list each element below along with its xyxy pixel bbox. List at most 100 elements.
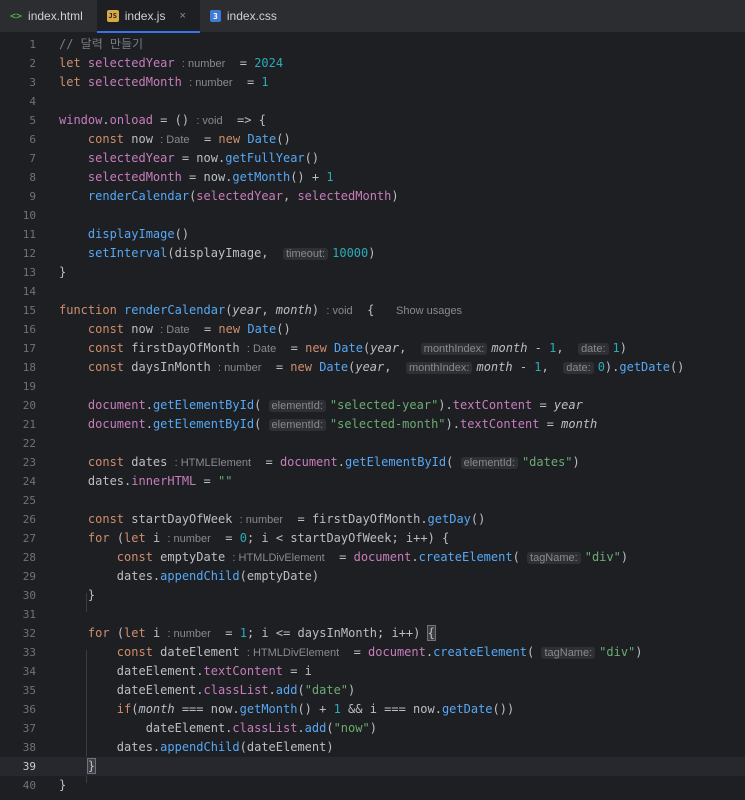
code-line[interactable]: 35 dateElement.classList.add("date"): [0, 681, 745, 700]
code-text[interactable]: function renderCalendar(year, month) : v…: [59, 301, 462, 321]
code-text[interactable]: const now : Date = new Date(): [59, 130, 291, 150]
code-line[interactable]: 18 const daysInMonth : number = new Date…: [0, 358, 745, 377]
line-number: 38: [22, 741, 36, 754]
code-line[interactable]: 24 dates.innerHTML = "": [0, 472, 745, 491]
code-text[interactable]: dateElement.classList.add("now"): [59, 719, 377, 738]
line-number: 40: [22, 779, 36, 792]
code-text[interactable]: const dateElement : HTMLDivElement = doc…: [59, 643, 643, 663]
code-text[interactable]: dateElement.textContent = i: [59, 662, 312, 681]
editor-tab-bar: <> index.html JS index.js × 3 index.css: [0, 0, 745, 33]
code-line[interactable]: 23 const dates : HTMLElement = document.…: [0, 453, 745, 472]
code-text[interactable]: for (let i : number = 0; i < startDayOfW…: [59, 529, 449, 549]
code-line[interactable]: 5 window.onload = () : void => {: [0, 111, 745, 130]
code-line[interactable]: 29 dates.appendChild(emptyDate): [0, 567, 745, 586]
tab-index-js[interactable]: JS index.js ×: [96, 0, 201, 33]
code-line[interactable]: 15 function renderCalendar(year, month) :…: [0, 301, 745, 320]
code-text[interactable]: let selectedMonth : number = 1: [59, 73, 269, 93]
line-number: 17: [22, 342, 36, 355]
code-line[interactable]: 27 for (let i : number = 0; i < startDay…: [0, 529, 745, 548]
code-line[interactable]: 21 document.getElementById( elementId: "s…: [0, 415, 745, 434]
line-number: 5: [29, 114, 36, 127]
code-text[interactable]: selectedYear = now.getFullYear(): [59, 149, 319, 168]
code-line[interactable]: 28 const emptyDate : HTMLDivElement = do…: [0, 548, 745, 567]
code-text[interactable]: }: [59, 263, 66, 282]
code-line[interactable]: 6 const now : Date = new Date(): [0, 130, 745, 149]
line-number: 6: [29, 133, 36, 146]
tab-label: index.html: [28, 9, 83, 23]
code-line[interactable]: 20 document.getElementById( elementId: "s…: [0, 396, 745, 415]
code-line[interactable]: 2 let selectedYear : number = 2024: [0, 54, 745, 73]
close-icon[interactable]: ×: [179, 10, 185, 22]
line-number: 10: [22, 209, 36, 222]
code-line[interactable]: 36 if(month === now.getMonth() + 1 && i …: [0, 700, 745, 719]
line-number: 3: [29, 76, 36, 89]
js-file-icon: JS: [106, 10, 119, 22]
line-number: 21: [22, 418, 36, 431]
line-number: 16: [22, 323, 36, 336]
code-line[interactable]: 1 // 달력 만들기: [0, 35, 745, 54]
code-text[interactable]: for (let i : number = 1; i <= daysInMont…: [59, 624, 436, 644]
code-text[interactable]: setInterval(displayImage, timeout: 10000): [59, 244, 375, 264]
code-line[interactable]: 31: [0, 605, 745, 624]
code-line[interactable]: 34 dateElement.textContent = i: [0, 662, 745, 681]
code-line[interactable]: 19: [0, 377, 745, 396]
code-line[interactable]: 3 let selectedMonth : number = 1: [0, 73, 745, 92]
line-number: 24: [22, 475, 36, 488]
line-number: 14: [22, 285, 36, 298]
line-number: 29: [22, 570, 36, 583]
code-line[interactable]: 4: [0, 92, 745, 111]
code-text[interactable]: window.onload = () : void => {: [59, 111, 266, 131]
code-line[interactable]: 30 }: [0, 586, 745, 605]
line-number: 39: [22, 760, 36, 773]
code-text[interactable]: renderCalendar(selectedYear, selectedMon…: [59, 187, 399, 206]
code-editor[interactable]: 1 // 달력 만들기 2 let selectedYear : number = 2…: [0, 33, 745, 800]
code-text[interactable]: const firstDayOfMonth : Date = new Date(…: [59, 339, 627, 359]
code-line[interactable]: 8 selectedMonth = now.getMonth() + 1: [0, 168, 745, 187]
line-number: 1: [29, 38, 36, 51]
line-number: 27: [22, 532, 36, 545]
code-line[interactable]: 10: [0, 206, 745, 225]
code-text[interactable]: }: [59, 586, 95, 605]
code-line[interactable]: 40}: [0, 776, 745, 795]
code-line[interactable]: 9 renderCalendar(selectedYear, selectedM…: [0, 187, 745, 206]
tab-index-css[interactable]: 3 index.css: [200, 0, 291, 32]
code-text[interactable]: dateElement.classList.add("date"): [59, 681, 355, 700]
code-text[interactable]: const startDayOfWeek : number = firstDay…: [59, 510, 485, 530]
code-line[interactable]: 11 displayImage(): [0, 225, 745, 244]
code-text[interactable]: document.getElementById( elementId: "sele…: [59, 415, 597, 435]
code-line[interactable]: 33 const dateElement : HTMLDivElement = …: [0, 643, 745, 662]
code-line[interactable]: 25: [0, 491, 745, 510]
code-text[interactable]: const now : Date = new Date(): [59, 320, 291, 340]
code-text[interactable]: dates.appendChild(dateElement): [59, 738, 334, 757]
tab-index-html[interactable]: <> index.html: [0, 0, 97, 32]
code-line[interactable]: 37 dateElement.classList.add("now"): [0, 719, 745, 738]
code-text[interactable]: dates.innerHTML = "": [59, 472, 233, 491]
code-text[interactable]: if(month === now.getMonth() + 1 && i ===…: [59, 700, 514, 719]
code-line[interactable]: 39 }: [0, 757, 745, 776]
code-text[interactable]: const dates : HTMLElement = document.get…: [59, 453, 580, 473]
code-line[interactable]: 22: [0, 434, 745, 453]
code-line[interactable]: 32 for (let i : number = 1; i <= daysInM…: [0, 624, 745, 643]
line-number: 11: [22, 228, 36, 241]
code-line[interactable]: 17 const firstDayOfMonth : Date = new Da…: [0, 339, 745, 358]
code-line[interactable]: 16 const now : Date = new Date(): [0, 320, 745, 339]
line-number: 18: [22, 361, 36, 374]
code-text[interactable]: // 달력 만들기: [59, 35, 143, 54]
code-line[interactable]: 38 dates.appendChild(dateElement): [0, 738, 745, 757]
code-line[interactable]: 14: [0, 282, 745, 301]
line-number: 8: [29, 171, 36, 184]
code-text[interactable]: }: [59, 757, 97, 776]
code-text[interactable]: }: [59, 776, 66, 795]
code-text[interactable]: let selectedYear : number = 2024: [59, 54, 283, 74]
code-line[interactable]: 7 selectedYear = now.getFullYear(): [0, 149, 745, 168]
line-number: 28: [22, 551, 36, 564]
code-text[interactable]: document.getElementById( elementId: "sele…: [59, 396, 583, 416]
code-text[interactable]: const emptyDate : HTMLDivElement = docum…: [59, 548, 628, 568]
code-text[interactable]: dates.appendChild(emptyDate): [59, 567, 319, 586]
code-line[interactable]: 12 setInterval(displayImage, timeout: 100…: [0, 244, 745, 263]
code-text[interactable]: displayImage(): [59, 225, 189, 244]
code-text[interactable]: const daysInMonth : number = new Date(ye…: [59, 358, 684, 378]
code-line[interactable]: 13}: [0, 263, 745, 282]
code-line[interactable]: 26 const startDayOfWeek : number = first…: [0, 510, 745, 529]
code-text[interactable]: selectedMonth = now.getMonth() + 1: [59, 168, 334, 187]
